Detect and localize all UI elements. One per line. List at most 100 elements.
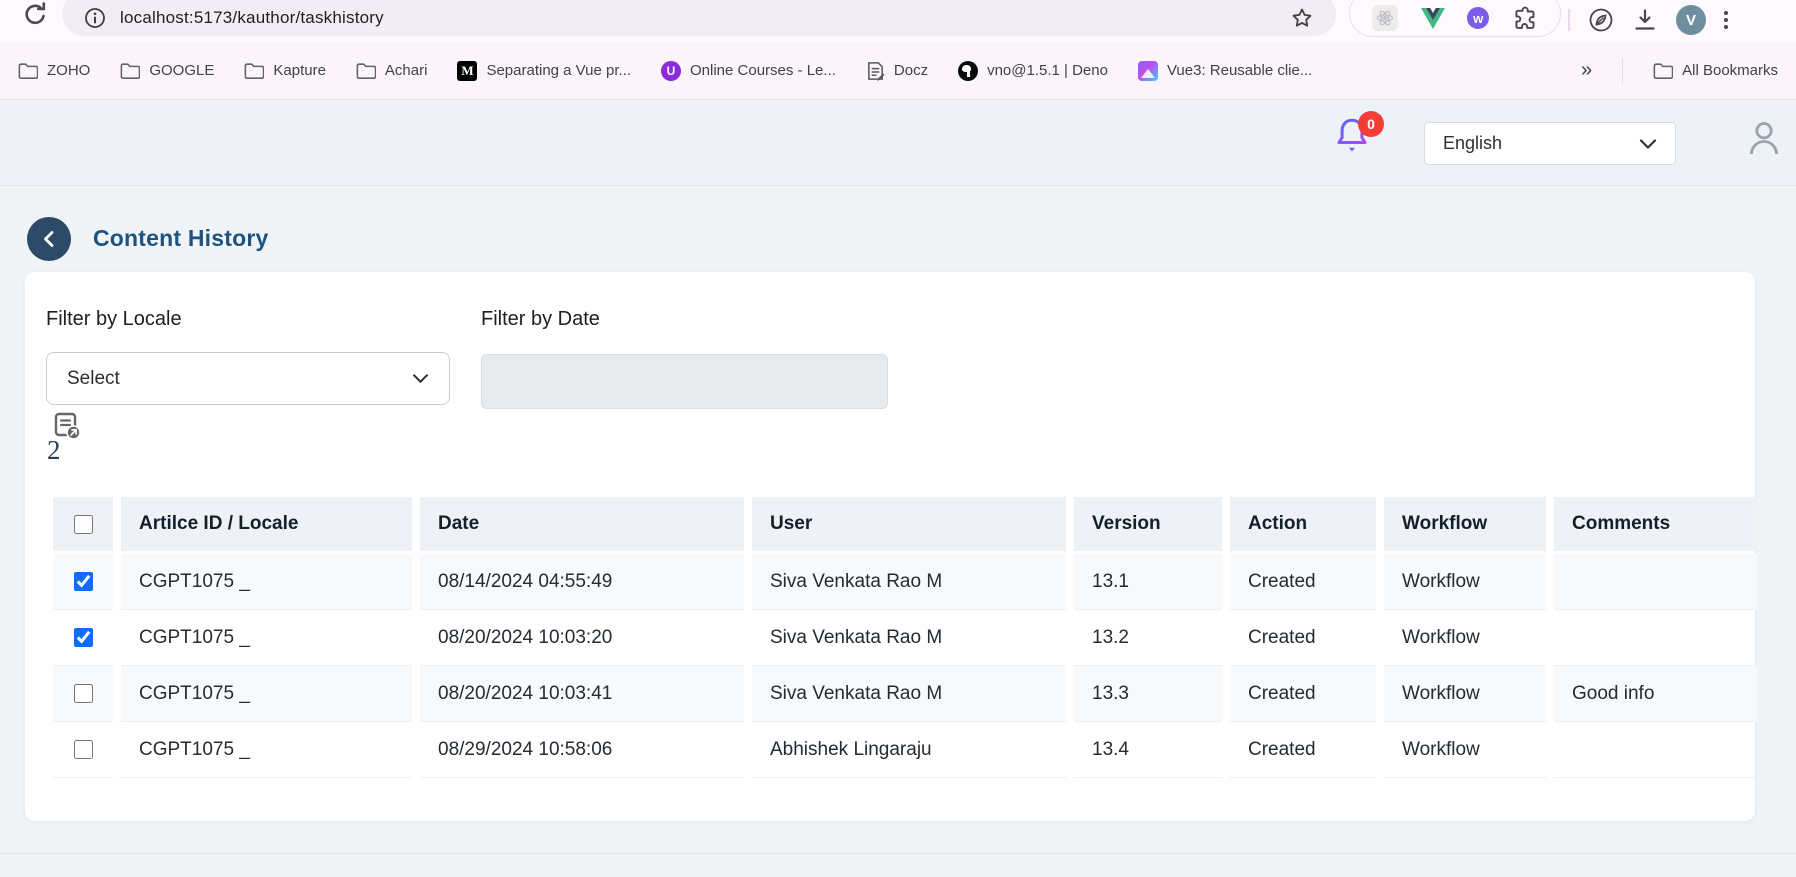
locale-select-value: Select: [67, 368, 412, 390]
toolbar-right-group: V: [1568, 0, 1796, 36]
bookmark-star-icon[interactable]: [1290, 6, 1314, 30]
date-filter-input[interactable]: [481, 354, 888, 409]
col-user: User: [752, 497, 1066, 551]
cell-version: 13.4: [1074, 722, 1222, 778]
cell-user: Siva Venkata Rao M: [752, 666, 1066, 722]
cell-date: 08/14/2024 04:55:49: [420, 554, 744, 610]
bookmark-google[interactable]: GOOGLE: [120, 62, 214, 80]
profile-avatar[interactable]: V: [1676, 5, 1706, 35]
user-profile-icon[interactable]: [1744, 117, 1784, 161]
toolbar-divider: [1568, 9, 1570, 31]
cell-article-id: CGPT1075 _: [121, 554, 412, 610]
page-content: Content History Filter by Locale Select …: [0, 187, 1796, 877]
bookmark-medium-article[interactable]: M Separating a Vue pr...: [457, 61, 631, 81]
col-workflow: Workflow: [1384, 497, 1546, 551]
cell-action: Created: [1230, 722, 1376, 778]
extensions-puzzle-icon[interactable]: [1512, 5, 1538, 31]
wordtune-extension-icon[interactable]: w: [1467, 7, 1489, 29]
col-action: Action: [1230, 497, 1376, 551]
browser-toolbar: localhost:5173/kauthor/taskhistory w: [0, 0, 1796, 42]
back-button[interactable]: [27, 217, 71, 261]
content-history-table: Artilce ID / Locale Date User Version Ac…: [53, 497, 1757, 778]
gradient-icon: [1138, 61, 1158, 81]
filter-date-label: Filter by Date: [481, 308, 600, 331]
cell-user: Abhishek Lingaraju: [752, 722, 1066, 778]
table-row: CGPT1075 _ 08/14/2024 04:55:49 Siva Venk…: [53, 554, 1757, 610]
deno-icon: [958, 61, 978, 81]
bookmarks-overflow-chevron[interactable]: »: [1581, 59, 1592, 82]
page-title: Content History: [93, 225, 269, 252]
vue-devtools-icon[interactable]: [1421, 8, 1445, 29]
bookmark-deno[interactable]: vno@1.5.1 | Deno: [958, 61, 1108, 81]
table-row: CGPT1075 _ 08/29/2024 10:58:06 Abhishek …: [53, 722, 1757, 778]
table-row: CGPT1075 _ 08/20/2024 10:03:41 Siva Venk…: [53, 666, 1757, 722]
bookmark-zoho[interactable]: ZOHO: [18, 62, 90, 80]
downloads-icon[interactable]: [1632, 7, 1658, 33]
performance-leaf-icon[interactable]: [1588, 7, 1614, 33]
filter-locale-label: Filter by Locale: [46, 308, 182, 331]
browser-menu-icon[interactable]: [1724, 11, 1728, 29]
cell-date: 08/20/2024 10:03:20: [420, 610, 744, 666]
all-bookmarks-button[interactable]: All Bookmarks: [1653, 62, 1778, 80]
col-version: Version: [1074, 497, 1222, 551]
cell-version: 13.2: [1074, 610, 1222, 666]
table-header-row: Artilce ID / Locale Date User Version Ac…: [53, 497, 1757, 551]
folder-icon: [1653, 62, 1673, 80]
cell-user: Siva Venkata Rao M: [752, 610, 1066, 666]
select-all-cell: [53, 497, 113, 551]
medium-icon: M: [457, 61, 477, 81]
cell-comments: [1554, 610, 1757, 666]
address-bar[interactable]: localhost:5173/kauthor/taskhistory: [62, 0, 1336, 36]
udemy-icon: U: [661, 61, 681, 81]
folder-icon: [120, 62, 140, 80]
cell-workflow: Workflow: [1384, 610, 1546, 666]
cell-comments: [1554, 722, 1757, 778]
site-info-icon[interactable]: [84, 7, 106, 29]
notifications-button[interactable]: 0: [1334, 115, 1386, 165]
app-header: 0 English: [0, 101, 1796, 186]
cell-version: 13.3: [1074, 666, 1222, 722]
bookmarks-divider: [1622, 58, 1623, 84]
notification-count-badge: 0: [1358, 111, 1384, 137]
cell-action: Created: [1230, 666, 1376, 722]
col-date: Date: [420, 497, 744, 551]
locale-select[interactable]: Select: [46, 352, 450, 405]
chevron-down-icon: [412, 373, 429, 384]
row-checkbox[interactable]: [74, 740, 93, 759]
bookmark-kapture[interactable]: Kapture: [244, 62, 326, 80]
cell-workflow: Workflow: [1384, 554, 1546, 610]
react-devtools-icon[interactable]: [1372, 5, 1398, 31]
bookmark-achari[interactable]: Achari: [356, 62, 428, 80]
row-checkbox[interactable]: [74, 628, 93, 647]
folder-icon: [244, 62, 264, 80]
folder-icon: [18, 62, 38, 80]
bookmark-docz[interactable]: Docz: [866, 61, 928, 81]
cell-comments: [1554, 554, 1757, 610]
table-row: CGPT1075 _ 08/20/2024 10:03:20 Siva Venk…: [53, 610, 1757, 666]
cell-action: Created: [1230, 554, 1376, 610]
url-text[interactable]: localhost:5173/kauthor/taskhistory: [120, 8, 1290, 28]
reload-icon[interactable]: [20, 1, 50, 31]
select-all-checkbox[interactable]: [74, 515, 93, 534]
cell-workflow: Workflow: [1384, 722, 1546, 778]
bookmark-vue3-reusable[interactable]: Vue3: Reusable clie...: [1138, 61, 1312, 81]
document-icon: [866, 61, 885, 81]
bookmark-online-courses[interactable]: U Online Courses - Le...: [661, 61, 836, 81]
footer-divider: [0, 853, 1796, 854]
language-select[interactable]: English: [1424, 122, 1676, 165]
col-comments: Comments: [1554, 497, 1757, 551]
row-checkbox[interactable]: [74, 572, 93, 591]
extensions-pill: w: [1349, 0, 1561, 37]
cell-version: 13.1: [1074, 554, 1222, 610]
cell-comments: Good info: [1554, 666, 1757, 722]
cell-date: 08/29/2024 10:58:06: [420, 722, 744, 778]
folder-icon: [356, 62, 376, 80]
cell-workflow: Workflow: [1384, 666, 1546, 722]
chevron-down-icon: [1639, 138, 1657, 150]
selected-count: 2: [47, 435, 61, 466]
cell-article-id: CGPT1075 _: [121, 722, 412, 778]
cell-article-id: CGPT1075 _: [121, 666, 412, 722]
cell-date: 08/20/2024 10:03:41: [420, 666, 744, 722]
row-checkbox[interactable]: [74, 684, 93, 703]
cell-article-id: CGPT1075 _: [121, 610, 412, 666]
